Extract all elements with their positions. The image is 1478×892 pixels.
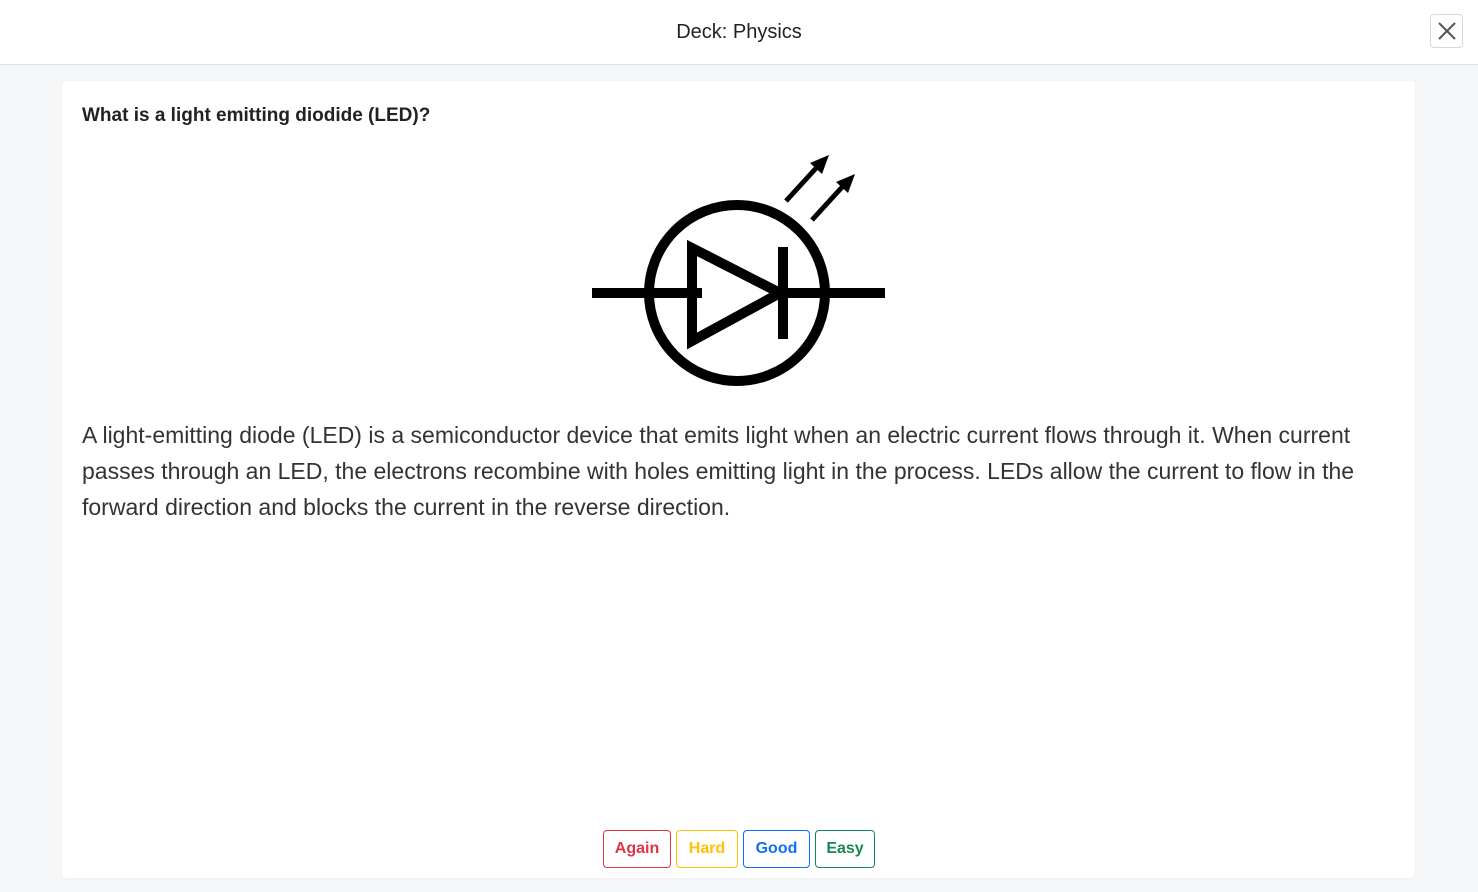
close-button[interactable] — [1430, 14, 1463, 48]
good-button[interactable]: Good — [743, 830, 810, 868]
card-question: What is a light emitting diodide (LED)? — [82, 105, 431, 126]
hard-button[interactable]: Hard — [676, 830, 738, 868]
deck-title: Deck: Physics — [676, 21, 802, 43]
card-answer: A light-emitting diode (LED) is a semico… — [82, 422, 1355, 520]
easy-button[interactable]: Easy — [815, 830, 875, 868]
top-bar: Deck: Physics — [0, 0, 1478, 65]
rating-buttons: Again Hard Good Easy — [603, 830, 875, 868]
again-button[interactable]: Again — [603, 830, 671, 868]
led-schematic-symbol — [592, 155, 885, 386]
flashcard: What is a light emitting diodide (LED)? … — [62, 81, 1415, 878]
close-icon — [1437, 22, 1456, 40]
